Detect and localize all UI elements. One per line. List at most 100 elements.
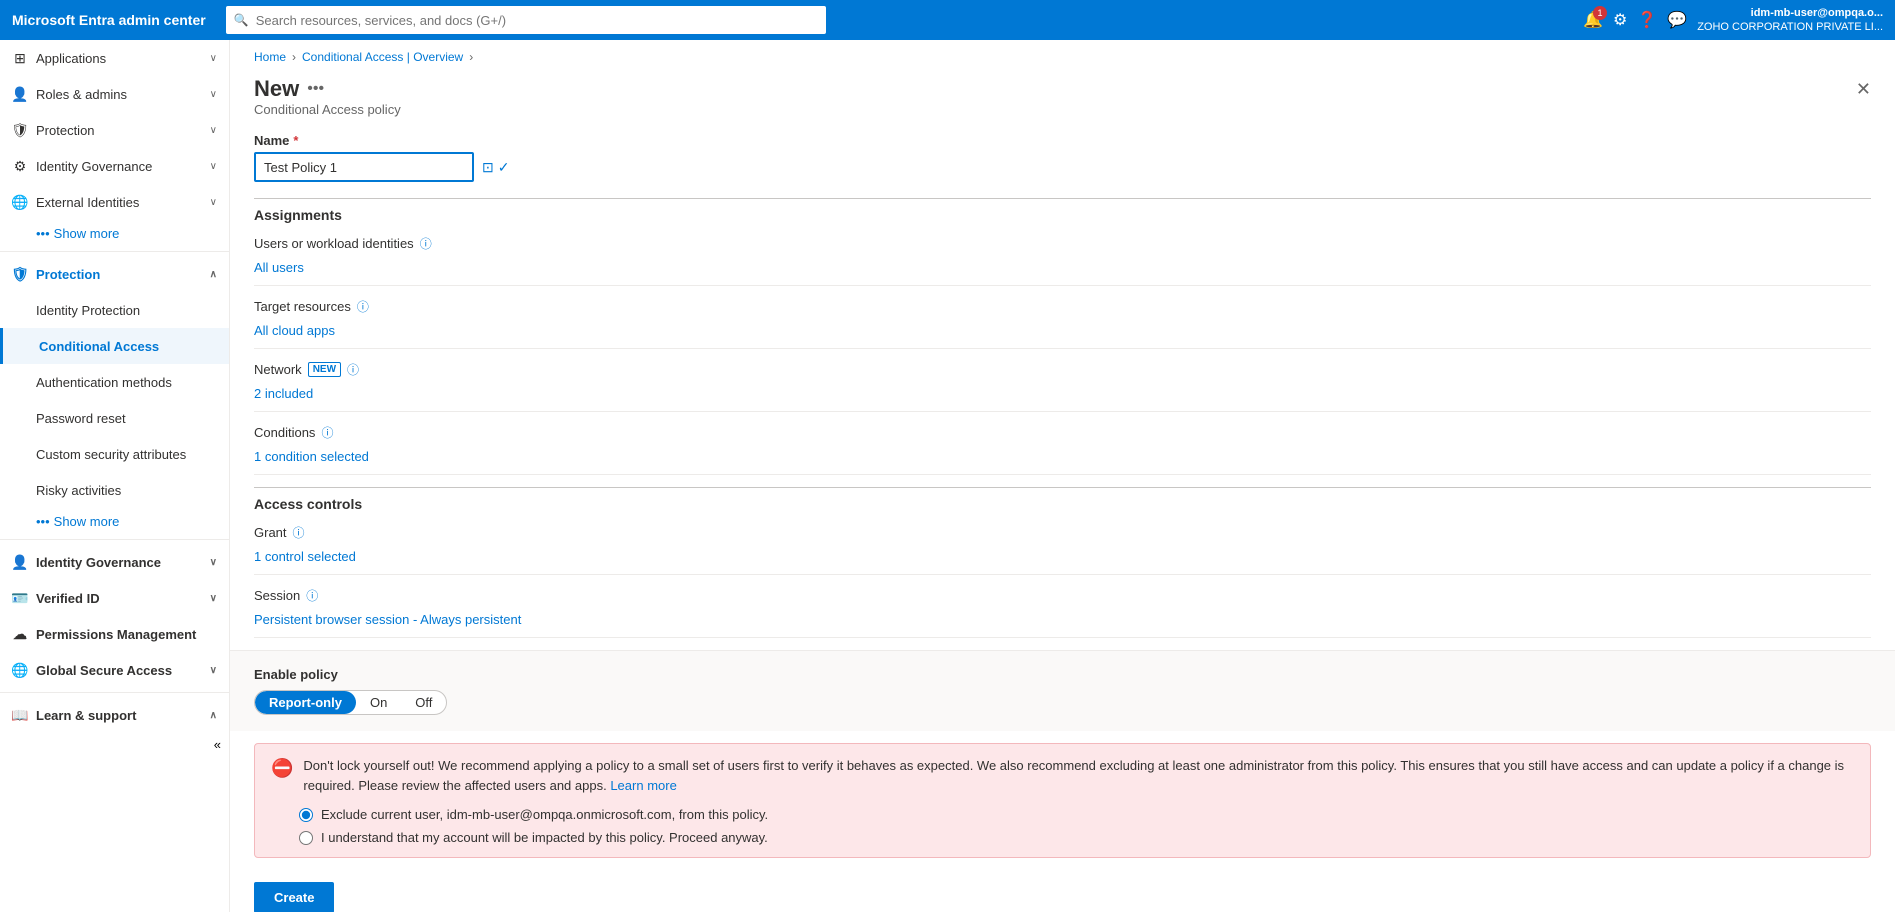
- chevron-up-icon: ∧: [210, 710, 217, 721]
- breadcrumb-home[interactable]: Home: [254, 50, 286, 64]
- chevron-down-icon: ∨: [210, 125, 217, 136]
- global-secure-icon: 🌐: [12, 662, 28, 678]
- settings-icon[interactable]: ⚙: [1613, 10, 1627, 30]
- target-info-icon[interactable]: ⓘ: [357, 298, 369, 315]
- warning-header: ⛔ Don't lock yourself out! We recommend …: [271, 756, 1854, 795]
- sidebar-item-identity-gov-top[interactable]: ⚙ Identity Governance ∨: [0, 148, 229, 184]
- create-button[interactable]: Create: [254, 882, 334, 912]
- search-icon: 🔍: [234, 13, 249, 27]
- policy-toggle-group: Report-only On Off: [254, 690, 447, 715]
- page-menu-icon[interactable]: •••: [307, 80, 324, 98]
- sidebar-item-roles-admins[interactable]: 👤 Roles & admins ∨: [0, 76, 229, 112]
- chevron-down-icon: ∨: [210, 665, 217, 676]
- sidebar-section-identity-gov[interactable]: 👤 Identity Governance ∨: [0, 544, 229, 580]
- toggle-report-only[interactable]: Report-only: [255, 691, 356, 714]
- search-container: 🔍: [226, 6, 826, 34]
- session-value[interactable]: Persistent browser session - Always pers…: [254, 608, 1871, 631]
- network-info-icon[interactable]: ⓘ: [347, 361, 359, 378]
- collapse-icon: «: [214, 737, 221, 752]
- input-confirm-icon[interactable]: ✓: [498, 159, 510, 176]
- sidebar-section-learn-support[interactable]: 📖 Learn & support ∧: [0, 697, 229, 733]
- show-more-top[interactable]: ••• Show more: [0, 220, 229, 247]
- form-area: Name * ⊡ ✓ Assignments Users or workload…: [230, 133, 1895, 650]
- sidebar-item-auth-methods[interactable]: Authentication methods: [0, 364, 229, 400]
- chevron-down-icon: ∨: [210, 197, 217, 208]
- ellipsis-icon: •••: [36, 514, 50, 529]
- create-btn-area: Create: [230, 870, 1895, 912]
- breadcrumb-conditional-access[interactable]: Conditional Access | Overview: [302, 50, 463, 64]
- radio-exclude-input[interactable]: [299, 808, 313, 822]
- sidebar-item-conditional-access[interactable]: Conditional Access: [0, 328, 229, 364]
- grant-value[interactable]: 1 control selected: [254, 545, 1871, 568]
- breadcrumb-sep-1: ›: [292, 50, 296, 64]
- chevron-down-icon: ∨: [210, 593, 217, 604]
- sidebar-section-global-secure[interactable]: 🌐 Global Secure Access ∨: [0, 652, 229, 688]
- sidebar-section-verified-id[interactable]: 🪪 Verified ID ∨: [0, 580, 229, 616]
- name-label: Name *: [254, 133, 1871, 148]
- show-more-protection[interactable]: ••• Show more: [0, 508, 229, 535]
- user-email: idm-mb-user@ompqa.o...: [1697, 6, 1883, 20]
- main-layout: ⊞ Applications ∨ 👤 Roles & admins ∨ 🛡 Pr…: [0, 40, 1895, 912]
- assignments-divider: [254, 198, 1871, 199]
- identity-gov-icon: ⚙: [12, 158, 28, 174]
- learn-more-link[interactable]: Learn more: [610, 778, 676, 793]
- sidebar-collapse-button[interactable]: «: [0, 733, 229, 756]
- protection-icon: 🛡: [12, 122, 28, 138]
- field-divider: [254, 285, 1871, 286]
- conditions-value[interactable]: 1 condition selected: [254, 445, 1871, 468]
- notification-bell[interactable]: 🔔 1: [1583, 10, 1603, 30]
- sidebar-section-permissions[interactable]: ☁ Permissions Management: [0, 616, 229, 652]
- sub-item-label: Risky activities: [36, 483, 121, 498]
- session-field-group: Session ⓘ Persistent browser session - A…: [254, 587, 1871, 638]
- conditions-info-icon[interactable]: ⓘ: [321, 424, 333, 441]
- user-info[interactable]: idm-mb-user@ompqa.o... ZOHO CORPORATION …: [1697, 6, 1883, 35]
- show-more-label: Show more: [54, 514, 120, 529]
- session-info-icon[interactable]: ⓘ: [306, 587, 318, 604]
- users-info-icon[interactable]: ⓘ: [420, 235, 432, 252]
- show-more-label: Show more: [54, 226, 120, 241]
- grant-field-group: Grant ⓘ 1 control selected: [254, 524, 1871, 575]
- learn-support-icon: 📖: [12, 707, 28, 723]
- radio-understand[interactable]: I understand that my account will be imp…: [299, 830, 1854, 845]
- required-indicator: *: [293, 133, 298, 148]
- close-button[interactable]: ✕: [1856, 79, 1871, 100]
- enable-policy-section: Enable policy Report-only On Off: [230, 650, 1895, 731]
- sidebar-item-password-reset[interactable]: Password reset: [0, 400, 229, 436]
- warning-error-icon: ⛔: [271, 758, 293, 779]
- ellipsis-icon: •••: [36, 226, 50, 241]
- sidebar-divider-3: [0, 692, 229, 693]
- applications-icon: ⊞: [12, 50, 28, 66]
- users-value[interactable]: All users: [254, 256, 1871, 279]
- sidebar-item-risky-activities[interactable]: Risky activities: [0, 472, 229, 508]
- page-title: New: [254, 76, 299, 102]
- field-divider: [254, 411, 1871, 412]
- chevron-up-icon: ∧: [210, 269, 217, 280]
- sidebar-item-custom-security[interactable]: Custom security attributes: [0, 436, 229, 472]
- field-divider: [254, 474, 1871, 475]
- section-label: Identity Governance: [36, 555, 161, 570]
- sidebar-section-protection[interactable]: 🛡 Protection ∧: [0, 256, 229, 292]
- help-icon[interactable]: ❓: [1637, 10, 1657, 30]
- sidebar-item-label: Protection: [36, 123, 95, 138]
- section-label: Protection: [36, 267, 100, 282]
- toggle-off[interactable]: Off: [401, 691, 446, 714]
- target-value[interactable]: All cloud apps: [254, 319, 1871, 342]
- radio-understand-input[interactable]: [299, 831, 313, 845]
- app-title: Microsoft Entra admin center: [12, 12, 206, 28]
- sidebar-item-protection-top[interactable]: 🛡 Protection ∨: [0, 112, 229, 148]
- input-action-icon[interactable]: ⊡: [482, 159, 494, 176]
- verified-id-icon: 🪪: [12, 590, 28, 606]
- network-value[interactable]: 2 included: [254, 382, 1871, 405]
- toggle-on[interactable]: On: [356, 691, 401, 714]
- assignments-section-title: Assignments: [254, 207, 1871, 223]
- policy-name-input[interactable]: [254, 152, 474, 182]
- input-icon-group: ⊡ ✓: [482, 159, 509, 176]
- feedback-icon[interactable]: 💬: [1667, 10, 1687, 30]
- sidebar-item-external-identities[interactable]: 🌐 External Identities ∨: [0, 184, 229, 220]
- radio-exclude-user[interactable]: Exclude current user, idm-mb-user@ompqa.…: [299, 807, 1854, 822]
- grant-info-icon[interactable]: ⓘ: [293, 524, 305, 541]
- sidebar-item-identity-protection[interactable]: Identity Protection: [0, 292, 229, 328]
- sidebar-item-label: Identity Governance: [36, 159, 152, 174]
- sidebar-item-applications[interactable]: ⊞ Applications ∨: [0, 40, 229, 76]
- search-input[interactable]: [226, 6, 826, 34]
